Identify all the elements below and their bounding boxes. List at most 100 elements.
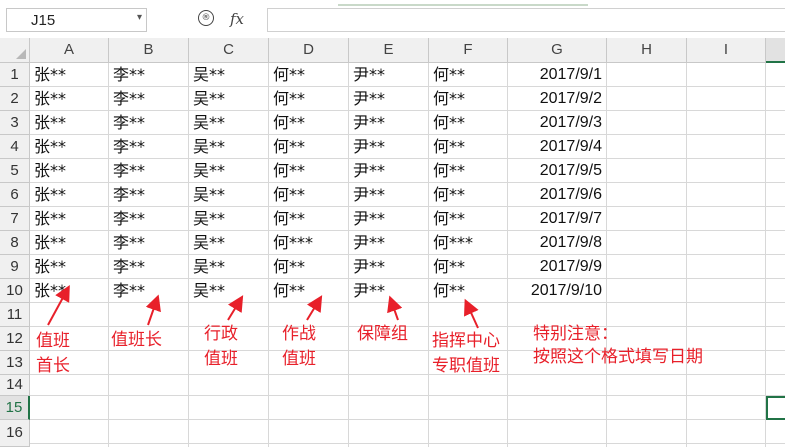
row-header-15[interactable]: 15 [0,396,30,420]
cell-e5[interactable]: 尹** [349,159,428,183]
cell-e4[interactable]: 尹** [349,135,428,159]
cell-f6[interactable]: 何** [429,183,507,207]
cell-g10[interactable]: 2017/9/10 [508,279,606,303]
cell-g7[interactable]: 2017/9/7 [508,207,606,231]
cell-a3[interactable]: 张** [30,111,108,135]
chevron-down-icon[interactable]: ▾ [137,12,142,23]
formula-input[interactable] [267,8,785,32]
cell-a9[interactable]: 张** [30,255,108,279]
row-header-14[interactable]: 14 [0,375,30,396]
cell-d9[interactable]: 何** [269,255,348,279]
cell-f3[interactable]: 何** [429,111,507,135]
row-header-10[interactable]: 10 [0,279,30,303]
cell-b1[interactable]: 李** [109,63,188,87]
cell-a7[interactable]: 张** [30,207,108,231]
row-header-12[interactable]: 12 [0,327,30,351]
name-box[interactable]: J15 ▾ [6,8,147,32]
cell-e8[interactable]: 尹** [349,231,428,255]
cell-f1[interactable]: 何** [429,63,507,87]
column-header-b[interactable]: B [109,38,189,63]
cell-e6[interactable]: 尹** [349,183,428,207]
cell-g5[interactable]: 2017/9/5 [508,159,606,183]
cell-b5[interactable]: 李** [109,159,188,183]
cell-f4[interactable]: 何** [429,135,507,159]
cell-a2[interactable]: 张** [30,87,108,111]
cell-e10[interactable]: 尹** [349,279,428,303]
row-header-13[interactable]: 13 [0,351,30,375]
cell-c4[interactable]: 吴** [189,135,268,159]
cell-a4[interactable]: 张** [30,135,108,159]
cell-c10[interactable]: 吴** [189,279,268,303]
function-icon[interactable]: fx [230,10,244,28]
cell-c2[interactable]: 吴** [189,87,268,111]
column-header-e[interactable]: E [349,38,429,63]
cell-e3[interactable]: 尹** [349,111,428,135]
cell-d2[interactable]: 何** [269,87,348,111]
column-header-a[interactable]: A [30,38,109,63]
cell-e2[interactable]: 尹** [349,87,428,111]
cell-b4[interactable]: 李** [109,135,188,159]
row-header-3[interactable]: 3 [0,111,30,135]
cell-d1[interactable]: 何** [269,63,348,87]
cell-a6[interactable]: 张** [30,183,108,207]
cell-f2[interactable]: 何** [429,87,507,111]
column-header-h[interactable]: H [607,38,687,63]
cell-d10[interactable]: 何** [269,279,348,303]
cell-b3[interactable]: 李** [109,111,188,135]
cell-f9[interactable]: 何** [429,255,507,279]
row-header-5[interactable]: 5 [0,159,30,183]
row-header-8[interactable]: 8 [0,231,30,255]
cell-a10[interactable]: 张** [30,279,108,303]
cell-g8[interactable]: 2017/9/8 [508,231,606,255]
cell-f5[interactable]: 何** [429,159,507,183]
cell-g1[interactable]: 2017/9/1 [508,63,606,87]
selected-cell-j15[interactable] [766,396,785,420]
row-header-4[interactable]: 4 [0,135,30,159]
cell-d8[interactable]: 何*** [269,231,348,255]
cell-e1[interactable]: 尹** [349,63,428,87]
cell-b2[interactable]: 李** [109,87,188,111]
cell-b10[interactable]: 李** [109,279,188,303]
cell-f7[interactable]: 何** [429,207,507,231]
row-header-2[interactable]: 2 [0,87,30,111]
row-header-1[interactable]: 1 [0,63,30,87]
cell-c9[interactable]: 吴** [189,255,268,279]
cell-a1[interactable]: 张** [30,63,108,87]
cell-f10[interactable]: 何** [429,279,507,303]
cell-d6[interactable]: 何** [269,183,348,207]
cell-d5[interactable]: 何** [269,159,348,183]
cell-d7[interactable]: 何** [269,207,348,231]
cell-b6[interactable]: 李** [109,183,188,207]
row-header-16[interactable]: 16 [0,420,30,447]
row-header-11[interactable]: 11 [0,303,30,327]
column-header-f[interactable]: F [429,38,508,63]
cell-g2[interactable]: 2017/9/2 [508,87,606,111]
cell-g9[interactable]: 2017/9/9 [508,255,606,279]
cell-c3[interactable]: 吴** [189,111,268,135]
cell-a8[interactable]: 张** [30,231,108,255]
cell-b7[interactable]: 李** [109,207,188,231]
column-header-i[interactable]: I [687,38,766,63]
cell-g4[interactable]: 2017/9/4 [508,135,606,159]
column-header-g[interactable]: G [508,38,607,63]
cell-a5[interactable]: 张** [30,159,108,183]
column-header-j[interactable] [766,38,785,63]
row-header-9[interactable]: 9 [0,255,30,279]
cell-c8[interactable]: 吴** [189,231,268,255]
row-header-6[interactable]: 6 [0,183,30,207]
magnify-icon[interactable]: ® [198,10,214,26]
cell-c5[interactable]: 吴** [189,159,268,183]
cell-e7[interactable]: 尹** [349,207,428,231]
cell-g6[interactable]: 2017/9/6 [508,183,606,207]
cell-b9[interactable]: 李** [109,255,188,279]
cell-d4[interactable]: 何** [269,135,348,159]
cell-c7[interactable]: 吴** [189,207,268,231]
column-header-d[interactable]: D [269,38,349,63]
column-header-c[interactable]: C [189,38,269,63]
cell-d3[interactable]: 何** [269,111,348,135]
cell-g3[interactable]: 2017/9/3 [508,111,606,135]
cell-e9[interactable]: 尹** [349,255,428,279]
cell-f8[interactable]: 何*** [429,231,507,255]
row-header-7[interactable]: 7 [0,207,30,231]
cell-c1[interactable]: 吴** [189,63,268,87]
